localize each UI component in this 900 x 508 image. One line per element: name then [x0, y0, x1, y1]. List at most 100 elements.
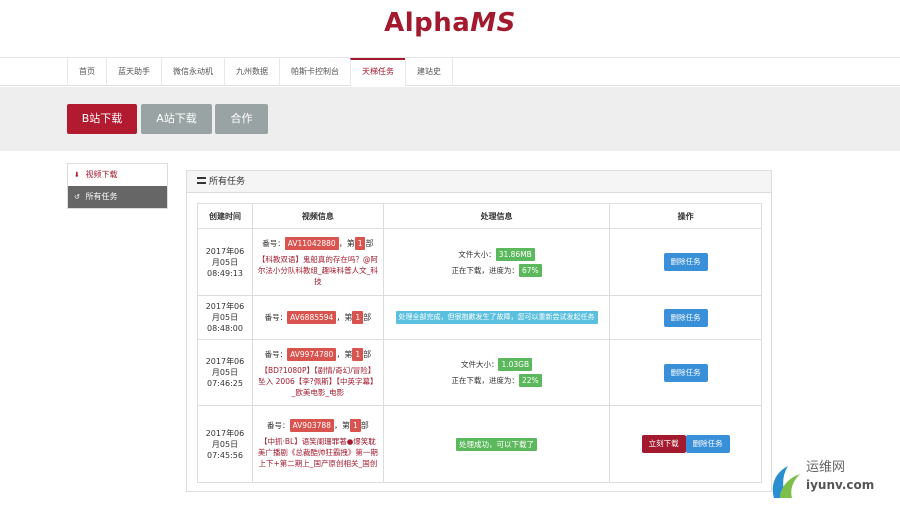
nav-lantian[interactable]: 蓝天助手	[106, 58, 161, 86]
video-info: 番号： AV6885594 ，第 1 部	[251, 295, 384, 340]
table-row: 2017年06月05日 07:45:56 番号： AV903788 ，第 1 部 【中抓·…	[197, 405, 762, 483]
created-time: 2017年06月05日 07:45:56	[197, 405, 253, 483]
part-number: 1	[349, 419, 361, 432]
panel-header: 所有任务	[187, 171, 771, 193]
nav-tianti[interactable]: 天梯任务	[350, 58, 405, 86]
process-info: 文件大小： 31.86MB 正在下载，进度为： 67%	[382, 228, 611, 296]
header: AlphaMS	[0, 0, 900, 58]
created-clock: 07:45:56	[207, 450, 243, 460]
history-icon: ↺	[74, 193, 80, 201]
logo-alpha: Alpha	[384, 8, 471, 38]
status-badge: 处理成功，可以下载了	[456, 437, 538, 451]
watermark: 运维网 iyunv.com	[766, 454, 886, 504]
col-video-info: 视频信息	[251, 203, 384, 229]
process-info: 文件大小： 1.03GB 正在下载，进度为： 22%	[382, 339, 611, 406]
cooperate-button[interactable]: 合作	[215, 104, 268, 134]
part-label: 第	[344, 313, 353, 322]
created-date: 2017年06月05日	[205, 357, 245, 377]
part-label: 第	[346, 239, 355, 248]
part-suffix: 部	[363, 313, 372, 322]
progress-label: 正在下载，进度为：	[451, 376, 519, 385]
number-label: 番号：	[262, 239, 285, 248]
nav-home[interactable]: 首页	[67, 58, 106, 86]
download-now-button[interactable]: 立刻下载	[641, 435, 686, 453]
av-number: AV11042880	[284, 237, 339, 250]
av-number: AV903788	[289, 419, 334, 432]
video-info: 番号： AV903788 ，第 1 部 【中抓·BL】语笑阑珊罪著●爆笑耽美广播剧《总裁…	[251, 405, 384, 483]
part-label: 第	[344, 349, 353, 359]
part-suffix: 部	[365, 239, 374, 248]
number-label: 番号：	[267, 421, 290, 430]
bilibili-download-button[interactable]: B站下载	[67, 104, 137, 134]
actions: 删除任务	[609, 295, 762, 340]
size-label: 文件大小：	[460, 360, 499, 369]
nav-jiuzhou[interactable]: 九州数据	[224, 58, 279, 86]
delete-task-button[interactable]: 删除任务	[685, 435, 730, 453]
video-info: 番号： AV9974780 ，第 1 部 【BD?1080P】【剧情/奇幻/冒险】坠入 …	[251, 339, 384, 406]
nav-wechat[interactable]: 微信永动机	[161, 58, 224, 86]
col-actions: 操作	[609, 203, 762, 229]
file-size: 31.86MB	[495, 247, 535, 261]
delete-task-button[interactable]: 删除任务	[663, 253, 708, 271]
table-row: 2017年06月05日 07:46:25 番号： AV9974780 ，第 1 部 【BD…	[197, 339, 762, 406]
actions: 立刻下载 删除任务	[609, 405, 762, 483]
tasks-panel: 所有任务 创建时间 视频信息 处理信息 操作 2017年06月05日 08:49:…	[186, 170, 772, 492]
created-date: 2017年06月05日	[205, 302, 245, 322]
part-number: 1	[352, 347, 364, 361]
col-created: 创建时间	[197, 203, 253, 229]
logo[interactable]: AlphaMS	[384, 8, 516, 38]
sidebar-item-video-download[interactable]: ⬇ 视频下载	[68, 164, 167, 186]
created-time: 2017年06月05日 07:46:25	[197, 339, 253, 406]
video-title[interactable]: 【科教双语】鬼船真的存在吗？@阿尔法小分队科教组_趣味科普人文_科技	[253, 254, 383, 287]
sidebar: ⬇ 视频下载 ↺ 所有任务	[67, 163, 168, 209]
av-number: AV9974780	[287, 347, 337, 361]
created-time: 2017年06月05日 08:49:13	[197, 228, 253, 296]
list-icon	[197, 177, 206, 184]
acfun-download-button[interactable]: A站下载	[141, 104, 212, 134]
table-row: 2017年06月05日 08:49:13 番号： AV11042880 ，第 1 部 【科…	[197, 228, 762, 296]
hero-bar: B站下载 A站下载 合作	[0, 87, 900, 151]
part-suffix: 部	[363, 349, 372, 359]
created-time: 2017年06月05日 08:48:00	[197, 295, 253, 340]
video-info: 番号： AV11042880 ，第 1 部 【科教双语】鬼船真的存在吗？@阿尔法小分队科…	[251, 228, 384, 296]
process-info: 处理全部完成，但很抱歉发生了故障，您可以重新尝试发起任务	[382, 295, 611, 340]
actions: 删除任务	[609, 228, 762, 296]
file-size: 1.03GB	[498, 358, 533, 371]
process-info: 处理成功，可以下载了	[382, 405, 611, 483]
watermark-logo-icon	[772, 466, 800, 498]
created-clock: 08:49:13	[207, 268, 243, 278]
size-label: 文件大小：	[458, 249, 496, 259]
nav-history[interactable]: 建站史	[405, 58, 453, 86]
panel-title: 所有任务	[209, 177, 246, 187]
sidebar-item-label: 视频下载	[85, 170, 118, 179]
sidebar-item-label: 所有任务	[85, 192, 118, 201]
progress-value: 22%	[518, 374, 542, 387]
part-label: 第	[341, 421, 350, 430]
status-badge: 处理全部完成，但很抱歉发生了故障，您可以重新尝试发起任务	[395, 311, 598, 324]
part-suffix: 部	[360, 421, 369, 430]
top-nav: 首页 蓝天助手 微信永动机 九州数据 帕斯卡控制台 天梯任务 建站史	[0, 58, 900, 86]
watermark-cn: 运维网	[806, 460, 846, 475]
col-process-info: 处理信息	[382, 203, 611, 229]
created-date: 2017年06月05日	[205, 428, 245, 449]
download-icon: ⬇	[74, 171, 80, 179]
delete-task-button[interactable]: 删除任务	[663, 363, 708, 382]
tasks-table: 创建时间 视频信息 处理信息 操作 2017年06月05日 08:49:13 番号…	[197, 203, 762, 483]
sidebar-item-all-tasks[interactable]: ↺ 所有任务	[68, 186, 167, 208]
video-title[interactable]: 【中抓·BL】语笑阑珊罪著●爆笑耽美广播剧《总裁酷帅狂霸拽》第一期上下+第二期上…	[253, 436, 383, 469]
watermark-en: iyunv.com	[806, 478, 875, 492]
number-label: 番号：	[264, 313, 288, 322]
video-title[interactable]: 【BD?1080P】【剧情/奇幻/冒险】坠入 2006【李?佩斯】【中英字幕】_…	[253, 365, 383, 398]
nav-pascal[interactable]: 帕斯卡控制台	[279, 58, 350, 86]
actions: 删除任务	[609, 339, 762, 406]
created-date: 2017年06月05日	[205, 246, 245, 267]
number-label: 番号：	[264, 349, 288, 359]
av-number: AV6885594	[287, 311, 337, 324]
table-row: 2017年06月05日 08:48:00 番号： AV6885594 ，第 1 部 处理全…	[197, 295, 762, 340]
delete-task-button[interactable]: 删除任务	[663, 308, 708, 327]
created-clock: 08:48:00	[207, 324, 243, 333]
part-number: 1	[354, 237, 366, 250]
created-clock: 07:46:25	[207, 379, 243, 388]
progress-label: 正在下载，进度为：	[451, 265, 519, 275]
progress-value: 67%	[518, 263, 542, 277]
